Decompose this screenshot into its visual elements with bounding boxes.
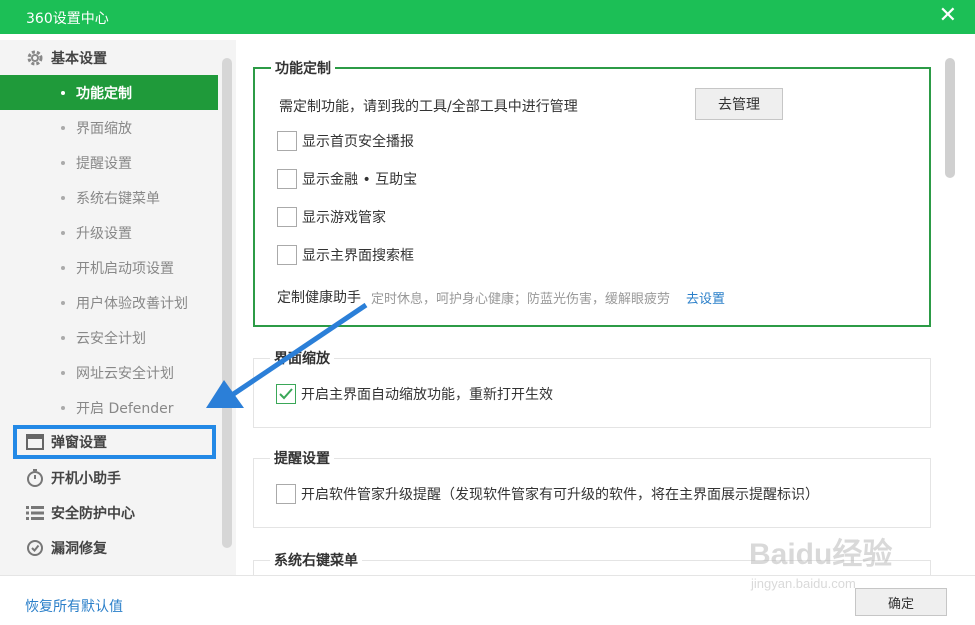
watermark-logo: Baidu经验 (749, 537, 892, 571)
baidu-watermark: Baidu经验 jingyan.baidu.com (745, 530, 925, 600)
restore-defaults-link[interactable]: 恢复所有默认值 (25, 596, 123, 616)
watermark-url: jingyan.baidu.com (750, 576, 856, 591)
